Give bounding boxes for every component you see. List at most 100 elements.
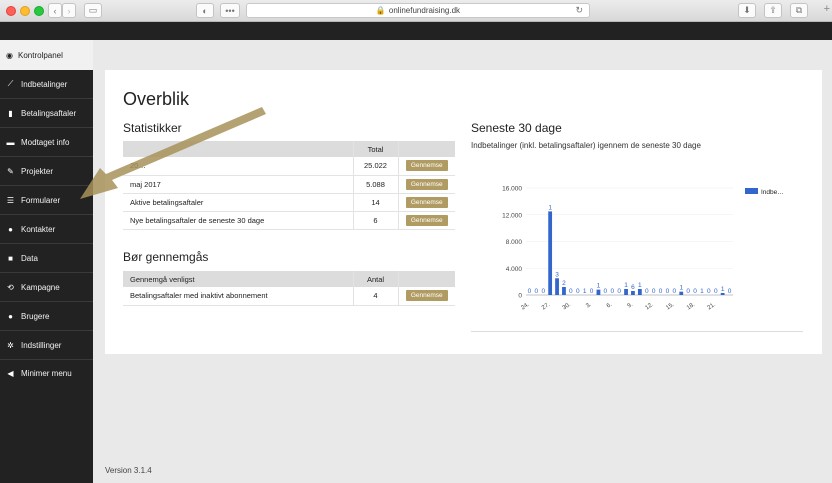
- gennemse-button[interactable]: Gennemse: [405, 178, 448, 190]
- table-header-action: [397, 271, 455, 287]
- chart-bar: [631, 290, 635, 295]
- user-icon: ●: [8, 311, 13, 321]
- sidebar-item-formularer[interactable]: ☰ Formularer: [0, 186, 93, 215]
- row-label: 20…: [123, 157, 353, 176]
- data-label: 0: [569, 288, 573, 295]
- seneste-heading: Seneste 30 dage: [471, 121, 562, 135]
- page-title: Overblik: [123, 89, 190, 109]
- sidebar-item-kontakter[interactable]: ● Kontakter: [0, 215, 93, 244]
- new-tab-icon[interactable]: +: [824, 3, 830, 15]
- sidebar-item-label: Formularer: [21, 195, 61, 205]
- sidebar-item-kontrolpanel[interactable]: ◉ Kontrolpanel: [0, 40, 93, 70]
- wrench-icon: ✎: [7, 166, 14, 176]
- data-label: 0: [576, 288, 580, 295]
- gear-icon: ✲: [7, 340, 14, 350]
- sidebar-item-indbetalinger[interactable]: ⟋ Indbetalinger: [0, 70, 93, 99]
- sidebar-item-label: Projekter: [21, 166, 54, 176]
- sidebar-item-projekter[interactable]: ✎ Projekter: [0, 157, 93, 186]
- table-header-empty: [123, 141, 353, 157]
- list-icon: ☰: [6, 195, 15, 205]
- x-tick-label: 18.: [686, 302, 697, 312]
- data-label: 1: [721, 286, 725, 293]
- reload-icon[interactable]: ↻: [575, 5, 583, 16]
- table-header-action: [397, 141, 455, 157]
- x-tick-label: 15.: [665, 302, 676, 312]
- url-text: onlinefundraising.dk: [388, 6, 461, 15]
- download-icon[interactable]: ⬇: [738, 3, 756, 18]
- maximize-window-button[interactable]: [34, 6, 44, 16]
- sidebar-item-modtaget-info[interactable]: ▬ Modtaget info: [0, 128, 93, 157]
- bor-gennemgas-heading: Bør gennemgås: [123, 250, 209, 264]
- data-label: 0: [645, 288, 649, 295]
- data-label: 0: [535, 288, 539, 295]
- data-label: 1: [638, 282, 642, 289]
- x-tick-label: 30.: [562, 302, 573, 312]
- comment-icon: ▬: [6, 137, 15, 147]
- address-bar[interactable]: 🔒 onlinefundraising.dk ↻: [246, 3, 590, 18]
- sidebar-item-kampagne[interactable]: ⟲ Kampagne: [0, 273, 93, 302]
- gennemse-button[interactable]: Gennemse: [405, 214, 448, 226]
- sidebar-item-minimer-menu[interactable]: ◀ Minimer menu: [0, 360, 93, 386]
- data-label: 1: [548, 204, 552, 211]
- x-tick-label: 24.: [520, 302, 531, 312]
- table-header-total: Total: [352, 141, 398, 157]
- sidebar-item-betalingsaftaler[interactable]: ▮ Betalingsaftaler: [0, 99, 93, 128]
- gennemse-button[interactable]: Gennemse: [405, 196, 448, 208]
- chart-bar: [624, 288, 628, 295]
- minimize-window-button[interactable]: [20, 6, 30, 16]
- sidebar-item-label: Kontakter: [21, 224, 56, 234]
- data-label: 0: [541, 288, 545, 295]
- legend-swatch: [745, 188, 758, 194]
- tabs-icon[interactable]: ⧉: [790, 3, 808, 18]
- back-icon[interactable]: ‹: [48, 3, 62, 18]
- statistikker-heading: Statistikker: [123, 121, 182, 135]
- app-top-bar: [0, 22, 832, 40]
- table-row: Betalingsaftaler med inaktivt abonnement…: [123, 287, 455, 306]
- row-value: 4: [352, 287, 398, 306]
- row-value: 25.022: [352, 157, 398, 176]
- more-icon[interactable]: •••: [220, 3, 240, 18]
- version-label: Version 3.1.4: [105, 466, 152, 475]
- row-label: Nye betalingsaftaler de seneste 30 dage: [123, 211, 353, 230]
- data-label: 2: [562, 280, 566, 287]
- sidebar-item-label: Indbetalinger: [21, 79, 68, 89]
- legend-label: Indbe…: [761, 189, 784, 196]
- data-label: 0: [617, 288, 621, 295]
- table-row: 20… 25.022 Gennemse: [123, 157, 455, 176]
- data-label: 3: [555, 271, 559, 278]
- sidebar: ⟋ Indbetalinger ▮ Betalingsaftaler ▬ Mod…: [0, 70, 93, 483]
- y-tick-label: 8.000: [506, 239, 523, 246]
- data-label: 0: [528, 288, 532, 295]
- close-window-button[interactable]: [6, 6, 16, 16]
- chart-divider: [471, 331, 803, 332]
- sidebar-item-indstillinger[interactable]: ✲ Indstillinger: [0, 331, 93, 360]
- sidebar-toggle-icon[interactable]: ▭: [84, 3, 102, 18]
- folder-icon: ■: [8, 253, 13, 263]
- browser-toolbar: ‹ › ▭ ◐ ••• 🔒 onlinefundraising.dk ↻ ⬇ ⇪…: [0, 0, 832, 22]
- gennemse-button[interactable]: Gennemse: [405, 290, 448, 302]
- sidebar-item-label: Kampagne: [21, 282, 60, 292]
- table-header-label: Gennemgå venligst: [123, 271, 353, 287]
- x-tick-label: 21.: [707, 302, 718, 312]
- row-value: 5.088: [352, 175, 398, 194]
- data-label: 0: [714, 288, 718, 295]
- data-label: 0: [686, 288, 690, 295]
- data-label: 1: [679, 285, 683, 292]
- bar-chart-icon: ▮: [8, 108, 13, 118]
- chart-bar: [637, 288, 642, 295]
- sidebar-item-label: Minimer menu: [21, 368, 72, 378]
- data-label: 0: [728, 288, 732, 295]
- x-tick-label: 27.: [541, 302, 552, 312]
- lock-icon: 🔒: [375, 6, 386, 15]
- forward-icon[interactable]: ›: [62, 3, 76, 18]
- sidebar-item-data[interactable]: ■ Data: [0, 244, 93, 273]
- x-tick-label: 3.: [585, 302, 593, 310]
- privacy-icon[interactable]: ◐: [196, 3, 214, 18]
- chart-bar: [679, 291, 684, 295]
- statistics-table: Total 20… 25.022 Gennemse maj 2017 5.088…: [123, 141, 455, 230]
- sidebar-item-brugere[interactable]: ● Brugere: [0, 302, 93, 331]
- gennemse-button[interactable]: Gennemse: [405, 160, 448, 172]
- sidebar-item-label: Data: [21, 253, 38, 263]
- share-icon[interactable]: ⇪: [764, 3, 782, 18]
- data-label: 6: [631, 284, 635, 291]
